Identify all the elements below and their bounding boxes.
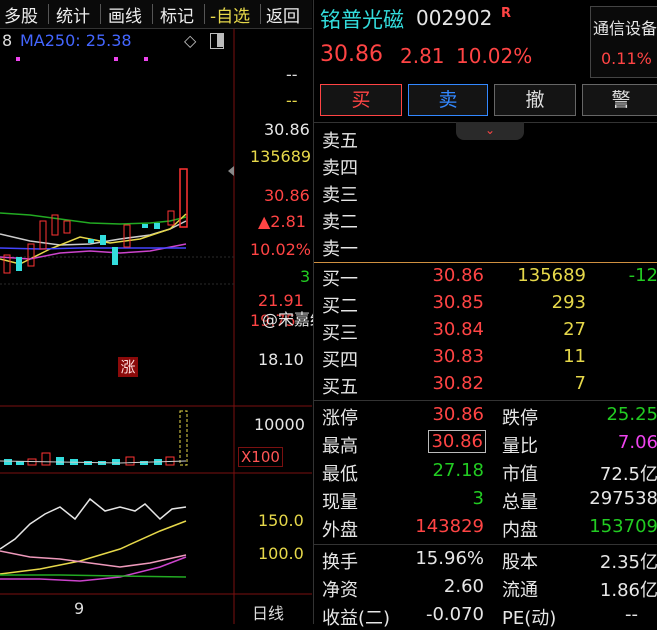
candle-down <box>88 239 94 243</box>
candle-down <box>100 235 106 245</box>
sector-name: 通信设备 <box>593 19 657 38</box>
candle-down <box>142 224 148 228</box>
candles <box>3 168 188 274</box>
axis-count: 3 <box>300 267 311 286</box>
indicator-line-green <box>0 574 187 578</box>
sector-box[interactable]: 通信设备 0.11% <box>590 6 657 78</box>
menu-multi-stock[interactable]: 多股 <box>4 2 38 27</box>
menu-divider <box>100 4 101 24</box>
candle-down <box>16 257 22 271</box>
price-pointer <box>228 166 234 176</box>
axis-pct: 10.02% <box>250 240 312 259</box>
panel-toggle-icon[interactable] <box>210 33 224 49</box>
axis-p3: 18.10 <box>258 350 304 369</box>
indicator-line-pink <box>0 550 187 568</box>
order-book-divider <box>314 262 657 263</box>
volume-limit-up <box>179 410 188 466</box>
menu-add-watchlist[interactable]: -自选 <box>210 2 250 27</box>
axis-dash: -- <box>286 91 298 110</box>
menu-divider <box>152 4 153 24</box>
alert-button[interactable]: 警 <box>582 84 657 116</box>
candle-up <box>167 210 175 226</box>
menu-statistics[interactable]: 统计 <box>56 2 90 27</box>
candle-down <box>154 223 160 229</box>
candle-up <box>63 220 71 234</box>
axis-price: 30.86 <box>264 186 310 205</box>
kline-chart-panel[interactable]: 8 MA250: 25.38 ◇ -- -- 30.86 135689 30.8… <box>0 29 358 624</box>
candle-up <box>123 224 131 248</box>
candle-up <box>27 243 35 267</box>
sell-level-5: 卖五 <box>322 131 358 152</box>
axis-v150: 150.0 <box>258 511 304 530</box>
menu-divider <box>204 4 205 24</box>
period-daily-tab[interactable]: 日线 <box>252 600 284 624</box>
collapse-chevron-icon[interactable]: ⌄ <box>456 122 524 140</box>
sell-level-4: 卖四 <box>322 158 358 179</box>
r-badge: R <box>501 6 512 21</box>
sell-level-1: 卖一 <box>322 239 358 260</box>
menu-back[interactable]: 返回 <box>266 2 300 27</box>
diamond-icon[interactable]: ◇ <box>184 31 196 50</box>
axis-change: ▲2.81 <box>258 212 306 231</box>
price-change: 2.81 <box>400 44 445 68</box>
axis-volume-top: 135689 <box>250 147 312 166</box>
volume-bars <box>4 410 188 466</box>
current-price: 30.86 <box>320 42 383 67</box>
stock-code: 002902 <box>416 6 493 30</box>
indicator-line-white <box>0 497 187 550</box>
volume-multiplier: X100 <box>238 447 283 467</box>
axis-vol-scale: 10000 <box>254 415 305 434</box>
price-change-pct: 10.02% <box>456 44 533 68</box>
sector-pct: 0.11% <box>601 49 652 68</box>
quote-panel: 铭普光磁 002902 R 通信设备 0.11% 30.86 2.81 10.0… <box>313 0 657 629</box>
ma-line-green <box>0 212 187 225</box>
ma250-label: MA250: 25.38 <box>20 31 132 50</box>
stock-name: 铭普光磁 <box>320 8 404 32</box>
cancel-order-button[interactable]: 撤 <box>494 84 576 116</box>
candle-down <box>112 247 118 265</box>
sell-level-2: 卖二 <box>322 212 358 233</box>
menu-mark[interactable]: 标记 <box>160 2 194 27</box>
signal-marker <box>16 57 20 61</box>
axis-price-top: 30.86 <box>264 120 310 139</box>
menu-divider <box>260 4 261 24</box>
menu-divider <box>48 4 49 24</box>
candle-up <box>39 220 47 250</box>
top-menu-bar: 多股 统计 画线 标记 -自选 返回 <box>0 0 312 29</box>
limit-up-badge: 涨 <box>118 357 138 377</box>
menu-draw-line[interactable]: 画线 <box>108 2 142 27</box>
axis-dash: -- <box>286 65 298 84</box>
axis-v100: 100.0 <box>258 544 304 563</box>
indicator-line-yellow <box>0 520 187 575</box>
signal-marker <box>144 57 148 61</box>
indicator-prefix: 8 <box>2 31 13 50</box>
sell-button[interactable]: 卖 <box>408 84 488 116</box>
signal-marker <box>114 57 118 61</box>
sell-level-3: 卖三 <box>322 185 358 206</box>
buy-button[interactable]: 买 <box>320 84 402 116</box>
date-label: 9 <box>74 599 85 618</box>
